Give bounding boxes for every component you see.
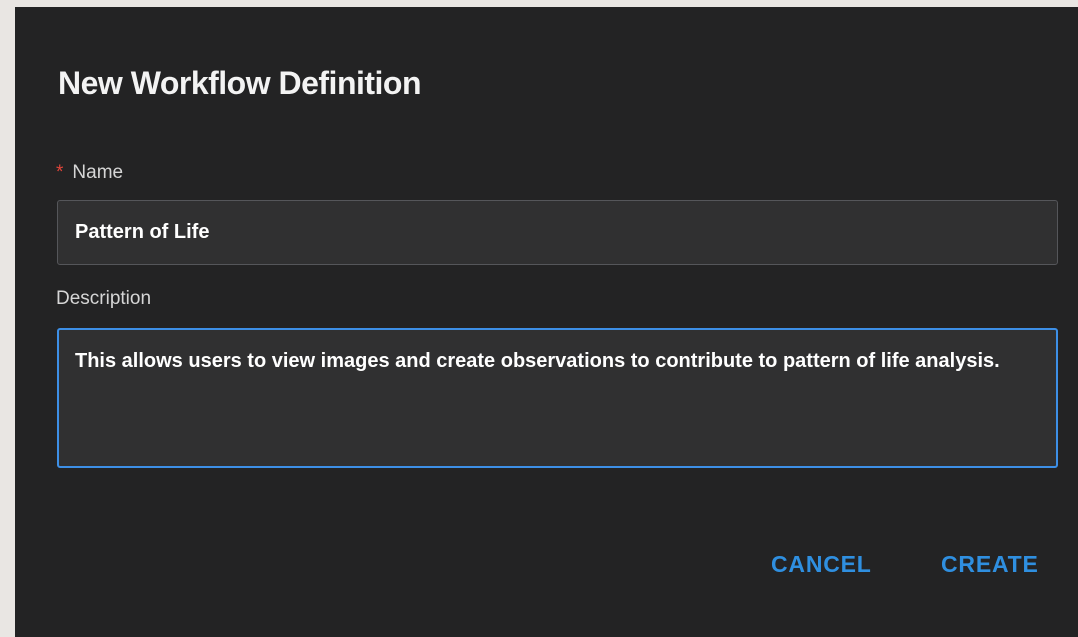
- new-workflow-dialog: New Workflow Definition * Name Descriptio…: [15, 7, 1078, 637]
- name-label-text: Name: [72, 162, 124, 183]
- name-field-label: * Name: [56, 162, 123, 184]
- required-marker: *: [56, 162, 64, 183]
- description-field-label: Description: [56, 288, 152, 309]
- name-input[interactable]: [57, 200, 1058, 265]
- create-button[interactable]: CREATE: [935, 547, 1045, 582]
- dialog-title: New Workflow Definition: [58, 65, 422, 101]
- cancel-button[interactable]: CANCEL: [765, 547, 878, 582]
- description-textarea[interactable]: This allows users to view images and cre…: [57, 328, 1058, 468]
